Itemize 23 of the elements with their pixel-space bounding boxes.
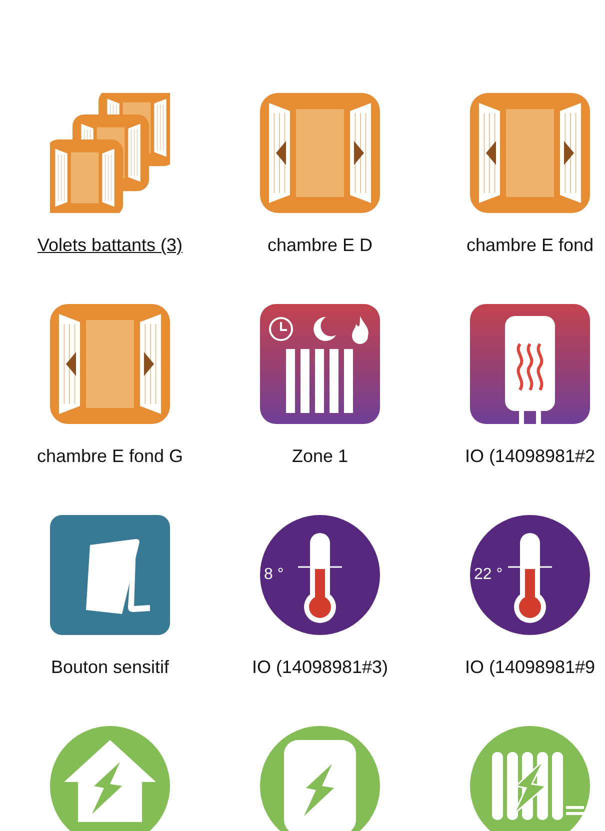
heater-energy-icon[interactable] <box>260 726 380 831</box>
device-label: Zone 1 <box>292 445 348 467</box>
device-label: chambre E fond G <box>36 445 184 467</box>
group-link[interactable]: Volets battants (3) <box>37 234 183 256</box>
device-label: IO (14098981#9 <box>464 656 596 678</box>
shutters-icon[interactable] <box>50 93 170 213</box>
device-label: IO (14098981#2 <box>464 445 596 467</box>
shutter-icon[interactable] <box>260 93 380 213</box>
radiator-icon[interactable] <box>260 304 380 424</box>
device-label: chambre E fond <box>466 234 594 256</box>
house-energy-icon[interactable] <box>50 726 170 831</box>
device-label: IO (14098981#3) <box>252 656 388 678</box>
radiator-energy-icon[interactable] <box>470 726 590 831</box>
device-label: chambre E D <box>267 234 373 256</box>
temperature-reading: 8 ° <box>264 566 284 584</box>
thermometer-icon <box>260 515 380 635</box>
temperature-reading: 22 ° <box>474 566 503 584</box>
device-label: Bouton sensitif <box>50 656 170 678</box>
shutter-icon[interactable] <box>470 93 590 213</box>
water-heater-icon[interactable] <box>470 304 590 424</box>
thermometer-icon <box>470 515 590 635</box>
shutter-icon[interactable] <box>50 304 170 424</box>
touch-button-icon[interactable] <box>50 515 170 635</box>
